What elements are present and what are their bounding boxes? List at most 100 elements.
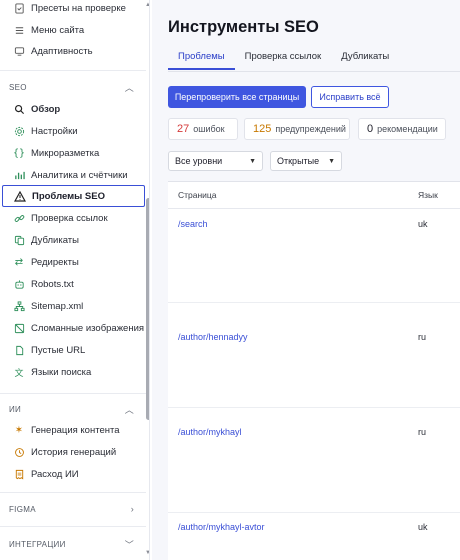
errors-label: ошибок bbox=[193, 124, 225, 134]
arrows-swap-icon: ⇄ bbox=[14, 256, 24, 268]
table-row-page-link[interactable]: /search bbox=[178, 219, 208, 229]
recommendations-label: рекомендации bbox=[377, 124, 438, 134]
sidebar-item-label: Адаптивность bbox=[31, 45, 93, 57]
sidebar-divider bbox=[0, 526, 146, 527]
section-title: FIGMA bbox=[9, 504, 36, 514]
column-header-page[interactable]: Страница bbox=[178, 190, 217, 200]
sidebar-item-redirects[interactable]: ⇄ Редиректы bbox=[0, 251, 146, 273]
chevron-up-icon: ︿ bbox=[124, 82, 134, 93]
empty-page-icon bbox=[13, 344, 25, 356]
copy-icon bbox=[13, 234, 25, 246]
section-title: ИНТЕГРАЦИИ bbox=[9, 539, 66, 549]
sidebar-item-seo-problems[interactable]: Проблемы SEO bbox=[2, 185, 145, 207]
recommendations-stat-badge: 0 рекомендации bbox=[358, 118, 446, 140]
sidebar-item-adaptive[interactable]: Адаптивность bbox=[0, 40, 146, 62]
level-filter-value: Все уровни bbox=[175, 156, 223, 166]
sidebar-item-label: Дубликаты bbox=[31, 234, 79, 246]
table-row-page-link[interactable]: /author/hennadyy bbox=[178, 332, 248, 342]
robot-icon bbox=[13, 278, 25, 290]
warnings-label: предупреждений bbox=[275, 124, 346, 134]
status-filter-select[interactable]: Открытые ▼ bbox=[270, 151, 342, 171]
tabs-underline bbox=[168, 71, 460, 72]
tab-problems[interactable]: Проблемы bbox=[168, 48, 235, 70]
sidebar-item-label: Проверка ссылок bbox=[31, 212, 108, 224]
history-icon bbox=[13, 446, 25, 458]
gear-icon bbox=[13, 125, 25, 137]
recommendations-count: 0 bbox=[367, 123, 374, 135]
warnings-count: 125 bbox=[253, 123, 272, 135]
table-row-divider bbox=[168, 512, 460, 513]
sidebar-item-empty-urls[interactable]: Пустые URL bbox=[0, 339, 146, 361]
sidebar-scrollbar[interactable] bbox=[146, 198, 149, 420]
table-row-page-link[interactable]: /author/mykhayl bbox=[178, 427, 242, 437]
table-row-language: uk bbox=[418, 522, 428, 532]
table-row-page-link[interactable]: /author/mykhayl-avtor bbox=[178, 522, 265, 532]
sidebar-item-generation-history[interactable]: История генераций bbox=[0, 441, 146, 463]
sidebar-item-robots[interactable]: Robots.txt bbox=[0, 273, 146, 295]
sidebar-item-label: Языки поиска bbox=[31, 366, 92, 378]
sidebar-item-overview[interactable]: Обзор bbox=[0, 98, 146, 120]
section-header-ai[interactable]: ИИ ︿ bbox=[0, 401, 146, 417]
scroll-up-arrow-icon[interactable]: ▲ bbox=[145, 2, 149, 8]
fix-all-button[interactable]: Исправить всё bbox=[311, 86, 389, 108]
table-header-divider bbox=[168, 208, 460, 209]
bar-chart-icon bbox=[13, 169, 25, 181]
table-row-language: uk bbox=[418, 219, 428, 229]
sidebar-item-content-generation[interactable]: ✶ Генерация контента bbox=[0, 419, 146, 441]
errors-count: 27 bbox=[177, 123, 190, 135]
scroll-down-arrow-icon[interactable]: ▼ bbox=[145, 550, 149, 556]
sparkle-icon: ✶ bbox=[14, 424, 24, 436]
sidebar-item-analytics[interactable]: Аналитика и счётчики bbox=[0, 164, 146, 186]
sidebar-divider bbox=[0, 70, 146, 71]
sidebar-item-label: Генерация контента bbox=[31, 424, 120, 436]
monitor-icon bbox=[13, 45, 25, 57]
sidebar-item-label: Меню сайта bbox=[31, 24, 85, 36]
page-title: Инструменты SEO bbox=[168, 18, 319, 36]
sidebar-item-label: Сломанные изображения bbox=[31, 322, 145, 334]
problems-table: Страница Язык /search uk /author/hennady… bbox=[168, 181, 460, 560]
column-header-language[interactable]: Язык bbox=[418, 190, 438, 200]
document-check-icon bbox=[13, 2, 25, 14]
sidebar-item-label: Расход ИИ bbox=[31, 468, 79, 480]
sidebar-item-markup[interactable]: {} Микроразметка bbox=[0, 142, 146, 164]
sidebar-item-broken-images[interactable]: Сломанные изображения bbox=[0, 317, 146, 339]
section-title: SEO bbox=[9, 82, 27, 92]
sidebar-item-label: История генераций bbox=[31, 446, 117, 458]
chevron-up-icon: ︿ bbox=[124, 404, 134, 415]
tab-duplicates[interactable]: Дубликаты bbox=[331, 48, 399, 70]
sidebar-item-site-menu[interactable]: Меню сайта bbox=[0, 19, 146, 41]
section-header-integrations[interactable]: ИНТЕГРАЦИИ ﹀ bbox=[0, 536, 146, 552]
sidebar: Пресеты на проверке Меню сайта Адаптивно… bbox=[0, 0, 150, 560]
broken-image-icon bbox=[13, 322, 25, 334]
sidebar-item-label: Микроразметка bbox=[31, 147, 100, 159]
tab-link-check[interactable]: Проверка ссылок bbox=[235, 48, 332, 70]
level-filter-select[interactable]: Все уровни ▼ bbox=[168, 151, 263, 171]
sidebar-item-search-languages[interactable]: 文 Языки поиска bbox=[0, 361, 146, 383]
section-header-seo[interactable]: SEO ︿ bbox=[0, 79, 146, 95]
chevron-down-icon: ﹀ bbox=[124, 539, 134, 550]
sidebar-divider bbox=[0, 393, 146, 394]
status-filter-value: Открытые bbox=[277, 156, 320, 166]
sidebar-item-link-check[interactable]: Проверка ссылок bbox=[0, 207, 146, 229]
sidebar-item-label: Robots.txt bbox=[31, 278, 74, 290]
chevron-down-icon: ▼ bbox=[249, 157, 256, 165]
table-row-divider bbox=[168, 302, 460, 303]
search-icon bbox=[13, 103, 25, 115]
main-content: Инструменты SEO Проблемы Проверка ссылок… bbox=[152, 0, 460, 560]
sidebar-item-ai-usage[interactable]: Расход ИИ bbox=[0, 463, 146, 485]
warnings-stat-badge: 125 предупреждений bbox=[244, 118, 350, 140]
recheck-all-pages-button[interactable]: Перепроверить все страницы bbox=[168, 86, 306, 108]
link-icon bbox=[13, 212, 25, 224]
sidebar-item-duplicates[interactable]: Дубликаты bbox=[0, 229, 146, 251]
section-header-figma[interactable]: FIGMA › bbox=[0, 501, 146, 517]
sidebar-item-settings[interactable]: Настройки bbox=[0, 120, 146, 142]
tabs-bar: Проблемы Проверка ссылок Дубликаты bbox=[168, 48, 399, 70]
sidebar-item-presets[interactable]: Пресеты на проверке bbox=[0, 0, 146, 19]
sidebar-item-label: Аналитика и счётчики bbox=[31, 169, 128, 181]
sidebar-item-label: Sitemap.xml bbox=[31, 300, 84, 312]
errors-stat-badge: 27 ошибок bbox=[168, 118, 238, 140]
translate-icon: 文 bbox=[14, 367, 24, 378]
sidebar-item-sitemap[interactable]: Sitemap.xml bbox=[0, 295, 146, 317]
receipt-icon bbox=[13, 468, 25, 480]
chevron-down-icon: ▼ bbox=[328, 157, 335, 165]
